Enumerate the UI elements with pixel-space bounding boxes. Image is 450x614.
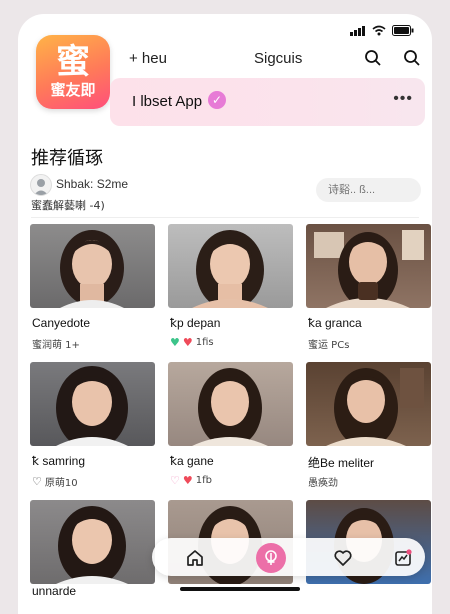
profile-photo xyxy=(306,224,431,308)
profile-photo xyxy=(30,224,155,308)
card-sub: 1fb xyxy=(195,475,212,486)
create-icon[interactable] xyxy=(256,543,286,573)
home-icon[interactable] xyxy=(182,545,208,571)
profile-photo xyxy=(30,362,155,446)
user-sub-info: 蜜蠢解藝喇 -4) xyxy=(31,199,105,212)
app-logo-small-text: 蜜友即 xyxy=(50,81,96,99)
battery-icon xyxy=(392,25,414,36)
profile-photo xyxy=(168,362,293,446)
card-name: ꝁa granca xyxy=(308,316,362,330)
top-title: Sigcuis xyxy=(254,50,303,67)
status-bar xyxy=(350,22,414,36)
card-name: Canyedote xyxy=(32,316,91,330)
search-icon[interactable] xyxy=(362,47,384,69)
profile-photo xyxy=(168,224,293,308)
signal-icon xyxy=(350,18,366,36)
user-info: Shbak: S2me xyxy=(56,177,129,191)
card-sub-row: ♡ ♥ 1fb xyxy=(170,474,212,487)
card-name: ꝁp depan xyxy=(170,316,221,330)
app-banner[interactable]: I lbset App ✓ ••• xyxy=(110,78,425,126)
profile-photo xyxy=(306,362,431,446)
card-sub: 蜜润萌 1+ xyxy=(32,340,80,351)
card-name: 绝Be meliter xyxy=(308,456,375,470)
list-item[interactable]: Canyedote 蜜润萌 1+ xyxy=(30,224,155,351)
card-name: unnarde xyxy=(32,584,77,598)
list-item[interactable]: 绝Be meliter 愚痪劲 xyxy=(306,362,431,489)
card-name: ꝁ samring xyxy=(32,454,86,468)
list-item[interactable]: ꝁ samring ♡ 原萌10 xyxy=(30,362,155,489)
card-sub: 蜜运 PCs xyxy=(308,340,350,351)
messages-icon[interactable] xyxy=(390,545,416,571)
card-sub-row: ♡ 原萌10 xyxy=(32,474,78,489)
card-sub: 原萌10 xyxy=(44,478,78,489)
list-item[interactable]: ꝁa granca 蜜运 PCs xyxy=(306,224,431,351)
list-item[interactable]: ꝁp depan ♥ ♥ 1fis xyxy=(168,224,293,349)
top-add-link[interactable]: + heu xyxy=(129,50,167,67)
search-input[interactable] xyxy=(316,178,421,202)
home-indicator xyxy=(180,587,300,591)
section-title: 推荐循琢 xyxy=(31,148,103,169)
heart-icon[interactable] xyxy=(330,545,356,571)
heart-red-icon: ♥ xyxy=(182,336,193,349)
list-item[interactable]: unnarde xyxy=(30,500,155,598)
app-logo-big-text: 蜜 xyxy=(56,42,90,82)
more-dots-icon[interactable]: ••• xyxy=(393,90,413,108)
profile-photo xyxy=(30,500,155,584)
app-logo[interactable]: 蜜 蜜友即 xyxy=(36,35,110,109)
banner-title: I lbset App xyxy=(132,93,203,110)
list-item[interactable]: ꝁa gane ♡ ♥ 1fb xyxy=(168,362,293,487)
heart-outline-icon: ♡ xyxy=(32,475,42,488)
card-sub: 1fis xyxy=(195,337,214,348)
card-name: ꝁa gane xyxy=(170,454,214,468)
wifi-icon xyxy=(372,25,386,36)
verified-check-icon: ✓ xyxy=(208,91,226,109)
bottom-tab-bar xyxy=(152,538,425,576)
heart-red-icon: ♥ xyxy=(182,474,193,487)
heart-pink-icon: ♡ xyxy=(170,474,180,487)
avatar[interactable] xyxy=(30,174,52,196)
phone-screen: 蜜 蜜友即 + heu Sigcuis I lbset App ✓ ••• 推荐… xyxy=(18,14,432,614)
heart-green-icon: ♥ xyxy=(170,336,180,349)
divider xyxy=(31,217,419,218)
card-sub-row: ♥ ♥ 1fis xyxy=(170,336,214,349)
search-icon-2[interactable] xyxy=(401,47,423,69)
card-sub: 愚痪劲 xyxy=(308,478,338,489)
